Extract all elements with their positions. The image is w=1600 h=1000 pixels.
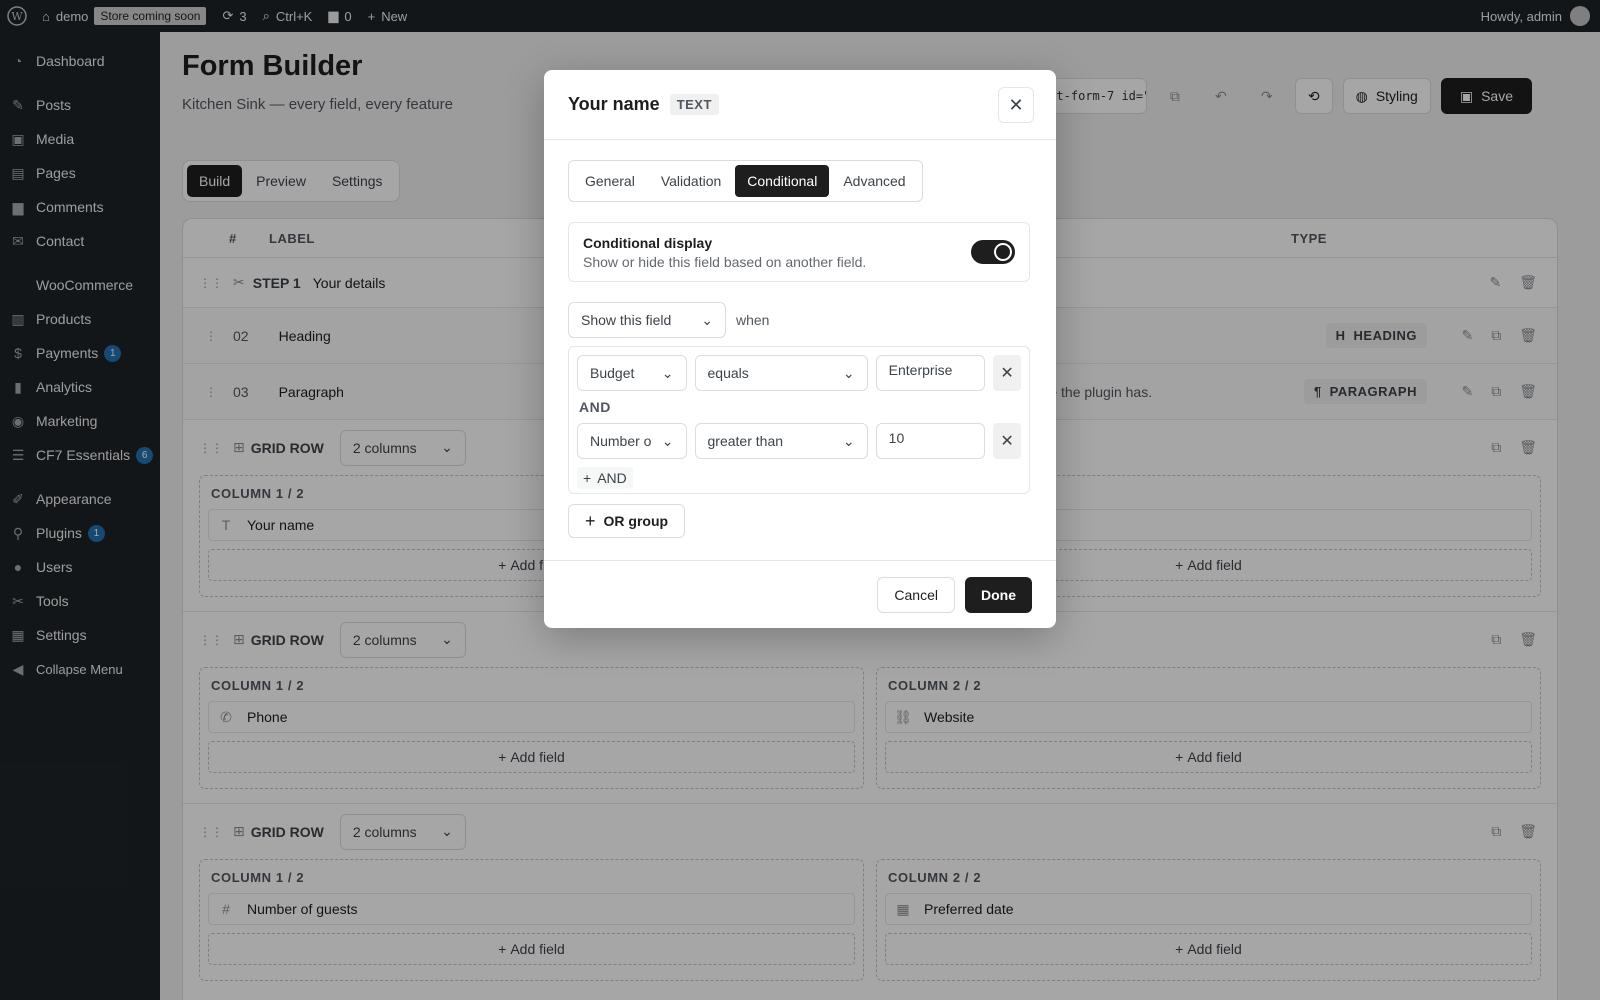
chevron-down-icon: ⌄ [661,364,674,381]
field-settings-modal: Your name TEXT ✕ General Validation Cond… [544,70,1056,628]
add-or-group-button[interactable]: + OR group [568,504,686,538]
conditional-display-toggle[interactable] [971,240,1015,264]
conditional-display-card: Conditional display Show or hide this fi… [568,222,1030,282]
and-label: AND [579,399,611,415]
close-icon: ✕ [1008,94,1024,115]
rule-value-input[interactable]: Enterprise [875,355,986,391]
chevron-down-icon: ⌄ [661,432,674,449]
plus-icon: + [583,470,592,486]
chevron-down-icon: ⌄ [842,364,855,381]
remove-rule-button[interactable]: ✕ [993,423,1022,459]
show-action-select[interactable]: Show this field ⌄ [568,302,726,338]
cancel-button[interactable]: Cancel [877,576,955,613]
show-condition-row: Show this field ⌄ when [568,302,769,338]
chevron-down-icon: ⌄ [842,432,855,449]
modal-tabs: General Validation Conditional Advanced [568,160,923,202]
close-button[interactable]: ✕ [998,87,1034,123]
tab-validation[interactable]: Validation [649,165,733,197]
add-and-button[interactable]: + AND [577,467,633,489]
remove-rule-button[interactable]: ✕ [993,355,1022,391]
tab-general[interactable]: General [573,165,647,197]
modal-title: Your name [568,94,660,114]
chevron-down-icon: ⌄ [701,311,713,328]
close-icon: ✕ [1000,433,1014,450]
condition-rule: Number o ⌄ greater than ⌄ 10 ✕ [577,423,1022,459]
rule-group: Budget ⌄ equals ⌄ Enterprise ✕ AND Number … [568,346,1030,494]
rule-field-select[interactable]: Budget ⌄ [577,355,687,391]
field-type-badge: TEXT [669,94,719,115]
tab-conditional[interactable]: Conditional [735,165,830,197]
tab-advanced[interactable]: Advanced [831,165,917,197]
rule-value-input[interactable]: 10 [875,423,986,459]
plus-icon: + [585,510,596,531]
modal-header: Your name TEXT ✕ [544,70,1056,140]
rule-operator-select[interactable]: equals ⌄ [694,355,868,391]
rule-operator-select[interactable]: greater than ⌄ [694,423,868,459]
close-icon: ✕ [1000,365,1014,382]
condition-rule: Budget ⌄ equals ⌄ Enterprise ✕ [577,355,1022,391]
modal-footer: Cancel Done [544,560,1056,628]
done-button[interactable]: Done [965,576,1032,613]
rule-field-select[interactable]: Number o ⌄ [577,423,687,459]
